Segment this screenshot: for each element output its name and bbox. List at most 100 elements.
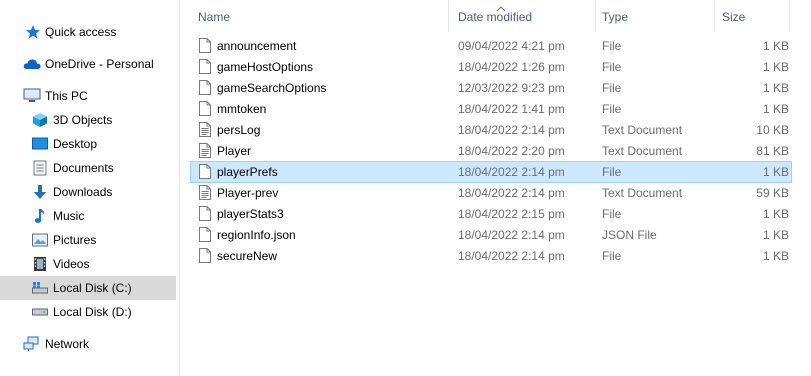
pane-divider[interactable] [179, 0, 180, 376]
file-date-modified: 18/04/2022 1:41 pm [458, 102, 565, 116]
file-icon [199, 80, 211, 95]
nav-quick-access[interactable]: Quick access [0, 20, 176, 44]
file-size: 1 KB [762, 207, 789, 221]
file-size: 1 KB [762, 102, 789, 116]
file-date-modified: 18/04/2022 2:14 pm [458, 123, 565, 137]
nav-pictures[interactable]: Pictures [0, 228, 176, 252]
column-separator[interactable] [789, 0, 790, 32]
column-header-size[interactable]: Size [722, 10, 745, 24]
nav-music[interactable]: Music [0, 204, 176, 228]
file-size: 1 KB [762, 165, 789, 179]
nav-label: Music [53, 209, 85, 223]
file-icon [199, 227, 211, 242]
file-date-modified: 12/03/2022 9:23 pm [458, 81, 565, 95]
film-icon [31, 255, 49, 273]
nav-documents[interactable]: Documents [0, 156, 176, 180]
nav-downloads[interactable]: Downloads [0, 180, 176, 204]
file-icon [199, 101, 211, 116]
nav-label: Videos [53, 257, 90, 271]
file-row[interactable]: gameSearchOptions 12/03/2022 9:23 pm Fil… [191, 78, 791, 98]
file-size: 1 KB [762, 39, 789, 53]
nav-label: This PC [45, 89, 88, 103]
file-row[interactable]: Player 18/04/2022 2:20 pm Text Document … [191, 141, 791, 161]
file-row[interactable]: gameHostOptions 18/04/2022 1:26 pm File … [191, 57, 791, 77]
text-document-icon [199, 122, 211, 137]
file-icon [199, 59, 211, 74]
file-row[interactable]: mmtoken 18/04/2022 1:41 pm File 1 KB [191, 99, 791, 119]
nav-network[interactable]: Network [0, 332, 176, 356]
file-row[interactable]: regionInfo.json 18/04/2022 2:14 pm JSON … [191, 225, 791, 245]
column-header-bar: Name Date modified Type Size [180, 0, 811, 32]
download-arrow-icon [31, 183, 49, 201]
file-type: File [602, 39, 622, 53]
file-date-modified: 18/04/2022 2:20 pm [458, 144, 565, 158]
file-size: 81 KB [756, 144, 789, 158]
music-note-icon [31, 207, 49, 225]
file-size: 59 KB [756, 186, 789, 200]
file-name: Player-prev [217, 186, 279, 200]
file-name: Player [217, 144, 252, 158]
column-header-date-modified[interactable]: Date modified [458, 10, 532, 24]
nav-this-pc[interactable]: This PC [0, 84, 176, 108]
cloud-icon [23, 55, 41, 73]
nav-label: 3D Objects [53, 113, 113, 127]
file-type: Text Document [602, 144, 683, 158]
file-size: 1 KB [762, 60, 789, 74]
file-icon [199, 248, 211, 263]
file-name: gameSearchOptions [217, 81, 327, 95]
drive-d-icon [31, 303, 49, 321]
file-type: File [602, 249, 622, 263]
column-header-name[interactable]: Name [198, 10, 230, 24]
nav-label: Quick access [45, 25, 117, 39]
file-date-modified: 18/04/2022 2:14 pm [458, 249, 565, 263]
nav-local-disk-c[interactable]: Local Disk (C:) [0, 276, 176, 300]
file-row[interactable]: Player-prev 18/04/2022 2:14 pm Text Docu… [191, 183, 791, 203]
nav-label: Local Disk (D:) [53, 305, 132, 319]
pictures-icon [31, 231, 49, 249]
file-type: File [602, 102, 622, 116]
file-type: File [602, 81, 622, 95]
file-date-modified: 18/04/2022 2:14 pm [458, 165, 565, 179]
file-row-selected[interactable]: playerPrefs 18/04/2022 2:14 pm File 1 KB [190, 161, 792, 183]
nav-desktop[interactable]: Desktop [0, 132, 176, 156]
file-name: persLog [217, 123, 261, 137]
file-date-modified: 18/04/2022 2:15 pm [458, 207, 565, 221]
file-type: Text Document [602, 186, 683, 200]
documents-icon [31, 159, 49, 177]
nav-3d-objects[interactable]: 3D Objects [0, 108, 176, 132]
file-row[interactable]: secureNew 18/04/2022 2:14 pm File 1 KB [191, 246, 791, 266]
nav-label: Documents [53, 161, 114, 175]
file-date-modified: 18/04/2022 2:14 pm [458, 228, 565, 242]
file-icon [199, 164, 211, 179]
file-size: 10 KB [756, 123, 789, 137]
file-type: File [602, 165, 622, 179]
file-row[interactable]: announcement 09/04/2022 4:21 pm File 1 K… [191, 36, 791, 56]
file-name: playerPrefs [217, 165, 278, 179]
file-row[interactable]: persLog 18/04/2022 2:14 pm Text Document… [191, 120, 791, 140]
column-header-type[interactable]: Type [602, 10, 628, 24]
navigation-pane: Quick access OneDrive - Personal This PC… [0, 0, 178, 376]
nav-local-disk-d[interactable]: Local Disk (D:) [0, 300, 176, 324]
file-name: playerStats3 [217, 207, 284, 221]
file-type: JSON File [602, 228, 657, 242]
file-size: 1 KB [762, 249, 789, 263]
file-size: 1 KB [762, 81, 789, 95]
nav-label: Local Disk (C:) [53, 281, 132, 295]
file-name: regionInfo.json [217, 228, 296, 242]
file-name: gameHostOptions [217, 60, 314, 74]
nav-label: OneDrive - Personal [45, 57, 154, 71]
file-date-modified: 09/04/2022 4:21 pm [458, 39, 565, 53]
file-type: Text Document [602, 123, 683, 137]
column-separator[interactable] [714, 0, 715, 32]
computer-icon [23, 87, 41, 105]
column-separator[interactable] [595, 0, 596, 32]
file-name: secureNew [217, 249, 278, 263]
nav-onedrive[interactable]: OneDrive - Personal [0, 52, 176, 76]
nav-label: Downloads [53, 185, 113, 199]
nav-videos[interactable]: Videos [0, 252, 176, 276]
file-row[interactable]: playerStats3 18/04/2022 2:15 pm File 1 K… [191, 204, 791, 224]
file-name: mmtoken [217, 102, 267, 116]
column-separator[interactable] [448, 0, 449, 32]
file-size: 1 KB [762, 228, 789, 242]
nav-label: Pictures [53, 233, 97, 247]
